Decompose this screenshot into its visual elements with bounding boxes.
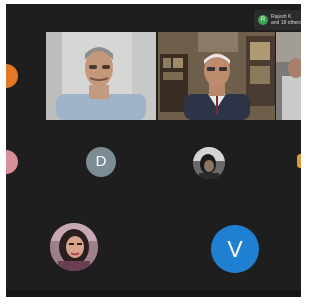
active-speaker-indicator: R Rajesh K and 18 others — [254, 10, 301, 30]
participant-avatar-photo-1[interactable] — [193, 147, 225, 179]
profile-photo-icon — [50, 223, 98, 271]
participant-avatar-d[interactable]: D — [86, 147, 116, 177]
participant-avatar-v[interactable]: V — [211, 225, 259, 273]
active-speaker-subtitle: and 18 others — [271, 20, 301, 26]
active-speaker-badge: R — [258, 15, 268, 25]
participant-video-tile-2[interactable] — [158, 32, 275, 120]
partial-avatar-right[interactable] — [297, 154, 301, 168]
toolbar-strip — [6, 290, 301, 297]
video-gallery: R Rajesh K and 18 others D V — [6, 4, 301, 297]
participant-video-1 — [46, 32, 156, 120]
participant-video-3 — [276, 32, 301, 120]
participant-video-tile-1[interactable] — [46, 32, 156, 120]
partial-avatar-left-pink[interactable] — [6, 150, 18, 174]
participant-avatar-photo-2[interactable] — [50, 223, 98, 271]
participant-video-tile-3[interactable] — [276, 32, 301, 120]
partial-avatar-left-orange[interactable] — [6, 64, 18, 88]
profile-photo-icon — [193, 147, 225, 179]
participant-video-2 — [158, 32, 275, 120]
